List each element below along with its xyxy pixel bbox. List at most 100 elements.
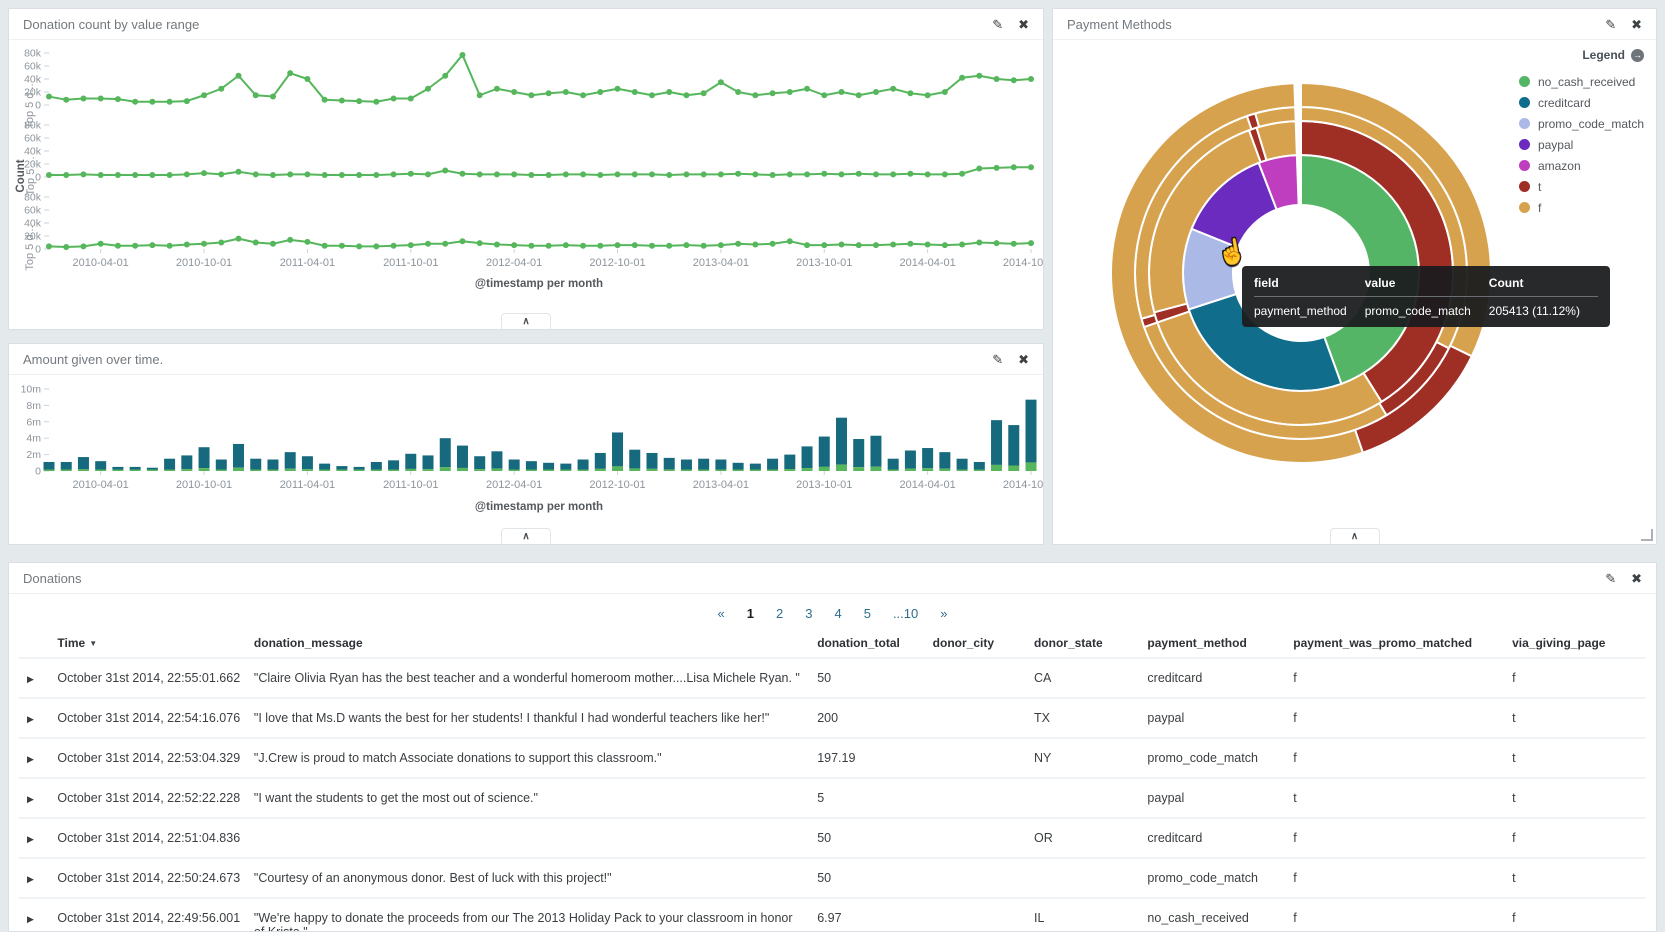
svg-text:2014-10-01: 2014-10-01 <box>1003 257 1043 269</box>
page-1[interactable]: 1 <box>747 606 754 621</box>
edit-icon[interactable]: ✎ <box>992 353 1003 366</box>
page-4[interactable]: 4 <box>834 606 841 621</box>
expand-row-icon[interactable]: ▶ <box>27 754 34 764</box>
cell-payment_method: paypal <box>1139 777 1286 818</box>
svg-text:2010-10-01: 2010-10-01 <box>176 257 232 269</box>
svg-text:2010-04-01: 2010-04-01 <box>73 257 129 269</box>
panel-header: Donations ✎ ✖ <box>9 563 1656 594</box>
cell-donor_state: NY <box>1025 737 1140 778</box>
collapse-panel-button[interactable]: ∧ <box>501 313 551 329</box>
chevron-up-icon: ∧ <box>522 316 530 327</box>
line-chart-area: Count Top 5 d... Top 5 ... Top 5 d... 02… <box>9 40 1043 329</box>
page-ellipsis-10[interactable]: ...10 <box>893 606 918 621</box>
legend-dot <box>1518 97 1530 108</box>
legend-header[interactable]: Legend → <box>1519 48 1644 62</box>
svg-text:80k: 80k <box>24 192 42 204</box>
column-header-time[interactable]: Time ▼ <box>49 629 246 659</box>
svg-text:4m: 4m <box>26 433 41 445</box>
legend-toggle-icon[interactable]: → <box>1631 48 1644 62</box>
table-row: ▶ October 31st 2014, 22:55:01.662 "Claire … <box>19 657 1646 698</box>
panel-donations: Donations ✎ ✖ «1 2 3 4 5 ...10» Time ▼ donation… <box>8 562 1657 932</box>
cell-payment_method: creditcard <box>1139 817 1286 858</box>
bar-chart-svg[interactable]: 0 2m 4m 6m 8m 10m 2010-04-01 2010-10-01 2011-04-… <box>9 377 1043 497</box>
line-chart-svg[interactable]: 020k40k60k80k020k40k60k80k020k40k60k80k2… <box>9 40 1043 276</box>
expand-row-icon[interactable]: ▶ <box>27 794 34 804</box>
svg-text:2012-10-01: 2012-10-01 <box>589 479 645 491</box>
column-header-donor_state[interactable]: donor_state <box>1025 629 1140 659</box>
tooltip-col-value: value <box>1364 269 1489 297</box>
page-next[interactable]: » <box>940 606 947 621</box>
close-icon[interactable]: ✖ <box>1631 572 1642 585</box>
cell-payment_was_promo_matched: f <box>1285 657 1505 698</box>
cell-donor_state: IL <box>1025 897 1140 931</box>
panel-title: Amount given over time. <box>23 351 164 367</box>
table-row: ▶ October 31st 2014, 22:50:24.673 "Courtes… <box>19 857 1646 898</box>
cell-time: October 31st 2014, 22:53:04.329 <box>49 737 246 778</box>
edit-icon[interactable]: ✎ <box>992 18 1003 31</box>
column-header-via_giving_page[interactable]: via_giving_page <box>1504 629 1646 659</box>
expand-row-icon[interactable]: ▶ <box>27 874 34 884</box>
cell-donor_city <box>924 817 1026 858</box>
cell-donation_total: 200 <box>809 697 925 738</box>
legend-item-promo_code_match[interactable]: promo_code_match <box>1518 113 1644 134</box>
panel-header: Amount given over time. ✎ ✖ <box>9 344 1043 375</box>
column-header-payment_was_promo_matched[interactable]: payment_was_promo_matched <box>1285 629 1505 659</box>
close-icon[interactable]: ✖ <box>1018 18 1029 31</box>
cell-payment_was_promo_matched: t <box>1285 777 1505 818</box>
cell-via_giving_page: f <box>1504 657 1646 698</box>
svg-text:2012-10-01: 2012-10-01 <box>589 257 645 269</box>
legend-item-amazon[interactable]: amazon <box>1518 155 1644 176</box>
column-header-expand <box>19 629 50 659</box>
cell-payment_was_promo_matched: f <box>1285 697 1505 738</box>
pagination: « 1 2 3 4 5 ...10 » <box>9 594 1656 629</box>
svg-text:2012-04-01: 2012-04-01 <box>486 257 542 269</box>
expand-row-icon[interactable]: ▶ <box>27 714 34 724</box>
chart-tooltip: field value Count payment_method promo_c… <box>1242 266 1610 327</box>
close-icon[interactable]: ✖ <box>1018 353 1029 366</box>
svg-text:0: 0 <box>35 244 41 256</box>
page-5[interactable]: 5 <box>864 606 871 621</box>
column-header-donor_city[interactable]: donor_city <box>924 629 1026 659</box>
svg-text:0: 0 <box>35 466 41 478</box>
mouse-cursor: ☝ <box>1214 236 1250 269</box>
bar-chart-area: 0 2m 4m 6m 8m 10m 2010-04-01 2010-10-01 2011-04-… <box>9 375 1043 544</box>
legend-item-t[interactable]: t <box>1518 176 1644 197</box>
cell-payment_was_promo_matched: f <box>1285 897 1505 931</box>
panel-amount-given: Amount given over time. ✎ ✖ 0 2m 4m 6m 8m 10m… <box>8 343 1044 545</box>
tooltip-col-count: Count <box>1488 269 1598 297</box>
legend-dot <box>1518 202 1530 213</box>
legend-item-no_cash_received[interactable]: no_cash_received <box>1518 71 1644 92</box>
page-prev[interactable]: « <box>718 606 725 621</box>
chevron-up-icon: ∧ <box>522 531 530 542</box>
cell-payment_was_promo_matched: f <box>1285 817 1505 858</box>
svg-text:40k: 40k <box>24 74 42 86</box>
svg-text:60k: 60k <box>24 205 42 217</box>
legend-item-paypal[interactable]: paypal <box>1518 134 1644 155</box>
close-icon[interactable]: ✖ <box>1631 18 1642 31</box>
edit-icon[interactable]: ✎ <box>1605 572 1616 585</box>
svg-text:80k: 80k <box>24 48 42 60</box>
expand-row-icon[interactable]: ▶ <box>27 914 34 924</box>
svg-text:20k: 20k <box>24 159 42 171</box>
legend-item-f[interactable]: f <box>1518 197 1644 218</box>
edit-icon[interactable]: ✎ <box>1605 18 1616 31</box>
page-2[interactable]: 2 <box>776 606 783 621</box>
expand-row-icon[interactable]: ▶ <box>27 674 34 684</box>
page-3[interactable]: 3 <box>805 606 812 621</box>
legend-item-creditcard[interactable]: creditcard <box>1518 92 1644 113</box>
svg-text:2013-04-01: 2013-04-01 <box>693 257 749 269</box>
table-row: ▶ October 31st 2014, 22:49:56.001 "We're h… <box>19 897 1646 931</box>
cell-via_giving_page: t <box>1504 737 1646 778</box>
cell-time: October 31st 2014, 22:51:04.836 <box>49 817 246 858</box>
column-header-donation_total[interactable]: donation_total <box>809 629 925 659</box>
cell-donor_state: CA <box>1025 657 1140 698</box>
cell-donation_total: 50 <box>809 657 925 698</box>
column-header-payment_method[interactable]: payment_method <box>1139 629 1286 659</box>
collapse-panel-button[interactable]: ∧ <box>501 528 551 544</box>
collapse-panel-button[interactable]: ∧ <box>1329 528 1380 544</box>
expand-row-icon[interactable]: ▶ <box>27 834 34 844</box>
tooltip-field: payment_method <box>1254 304 1347 318</box>
column-header-donation_message[interactable]: donation_message <box>245 629 810 659</box>
resize-handle[interactable] <box>1641 529 1653 541</box>
cell-via_giving_page: t <box>1504 857 1646 898</box>
